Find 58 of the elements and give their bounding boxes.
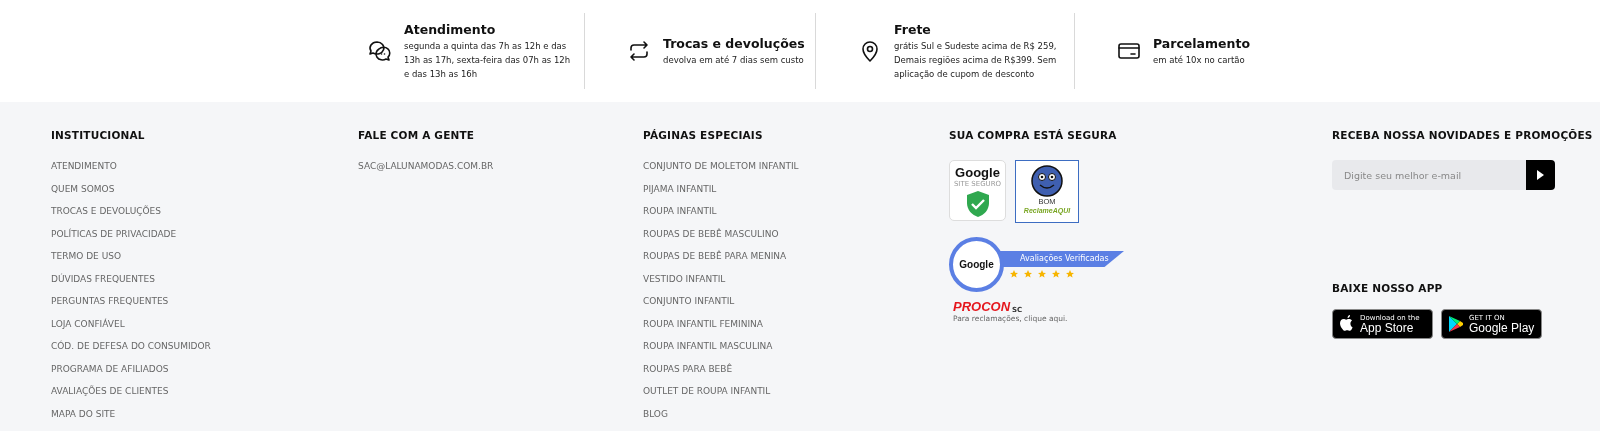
footer-link[interactable]: SAC@LALUNAMODAS.COM.BR (358, 160, 643, 174)
star-icon (1038, 270, 1046, 278)
star-icon (1024, 270, 1032, 278)
exchange-arrows-icon (627, 39, 651, 63)
footer-link[interactable]: ROUPA INFANTIL MASCULINA (643, 340, 949, 354)
footer-link[interactable]: ROUPAS PARA BEBÊ (643, 362, 949, 376)
footer-link[interactable]: CONJUNTO DE MOLETOM INFANTIL (643, 160, 949, 174)
footer-link[interactable]: DÚVIDAS FREQUENTES (51, 272, 358, 286)
footer-link[interactable]: CONJUNTO INFANTIL (643, 295, 949, 309)
footer-link[interactable]: PIJAMA INFANTIL (643, 182, 949, 196)
footer-link[interactable]: ROUPA INFANTIL FEMININA (643, 317, 949, 331)
footer-link[interactable]: MAPA DO SITE (51, 407, 358, 421)
footer-link[interactable]: OUTLET DE ROUPA INFANTIL (643, 385, 949, 399)
footer-link[interactable]: PROGRAMA DE AFILIADOS (51, 362, 358, 376)
store-name: App Store (1360, 321, 1415, 335)
footer-link[interactable]: VESTIDO INFANTIL (643, 272, 949, 286)
play-arrow-icon (1537, 170, 1544, 180)
procon-logo[interactable]: PROCON (953, 300, 1011, 314)
footer-link[interactable]: TERMO DE USO (51, 250, 358, 264)
footer-link[interactable]: ROUPAS DE BEBÊ PARA MENINA (643, 250, 949, 264)
column-heading: SUA COMPRA ESTÁ SEGURA (949, 129, 1118, 141)
apple-icon (1339, 315, 1355, 333)
star-icon (1066, 270, 1074, 278)
google-logo: Google (959, 258, 994, 272)
feature-description: segunda a quinta das 7h as 12h e das 13h as 17h, sexta-feira das 07h as 12h e das 13h as 16h (404, 39, 572, 81)
smiley-face-icon (1031, 163, 1063, 197)
footer-link[interactable]: LOJA CONFIÁVEL (51, 317, 358, 331)
footer-link[interactable]: TROCAS E DEVOLUÇÕES (51, 205, 358, 219)
column-heading: RECEBA NOSSA NOVIDADES E PROMOÇÕES (1332, 129, 1592, 141)
column-heading: BAIXE NOSSO APP (1332, 282, 1444, 294)
star-icon (1052, 270, 1060, 278)
google-logo: Google (955, 165, 1000, 180)
store-name: Google Play (1469, 321, 1535, 335)
feature-title: Atendimento (404, 21, 497, 37)
column-heading: INSTITUCIONAL (51, 129, 146, 141)
footer-link[interactable]: ATENDIMENTO (51, 160, 358, 174)
footer-link[interactable]: QUEM SOMOS (51, 182, 358, 196)
footer-link[interactable]: POLÍTICAS DE PRIVACIDADE (51, 227, 358, 241)
footer-link[interactable]: PERGUNTAS FREQUENTES (51, 295, 358, 309)
submit-button[interactable] (1526, 160, 1555, 190)
play-triangle-icon (1448, 315, 1464, 333)
feature-description: em até 10x no cartão (1153, 53, 1246, 67)
shield-check-icon (966, 191, 989, 217)
footer-link[interactable]: AVALIAÇÕES DE CLIENTES (51, 385, 358, 399)
star-icon (1010, 270, 1018, 278)
feature-description: devolva em até 7 dias sem custo (663, 53, 805, 67)
email-field[interactable]: Digite seu melhor e-mail (1332, 160, 1526, 190)
feature-title: Trocas e devoluções (663, 35, 805, 51)
feature-title: Parcelamento (1153, 35, 1250, 51)
feature-title: Frete (894, 21, 932, 37)
footer-link[interactable]: ROUPA INFANTIL (643, 205, 949, 219)
feature-description: grátis Sul e Sudeste acima de R$ 259, Demais regiões acima de R$399. Sem aplicação de cupom de desconto (894, 39, 1058, 81)
chat-icon (368, 39, 392, 63)
footer-link[interactable]: CÓD. DE DEFESA DO CONSUMIDOR (51, 340, 358, 354)
footer-link[interactable]: BLOG (643, 407, 949, 421)
column-heading: FALE COM A GENTE (358, 129, 476, 141)
column-heading: PÁGINAS ESPECIAIS (643, 129, 764, 141)
footer-link[interactable]: ROUPAS DE BEBÊ MASCULINO (643, 227, 949, 241)
